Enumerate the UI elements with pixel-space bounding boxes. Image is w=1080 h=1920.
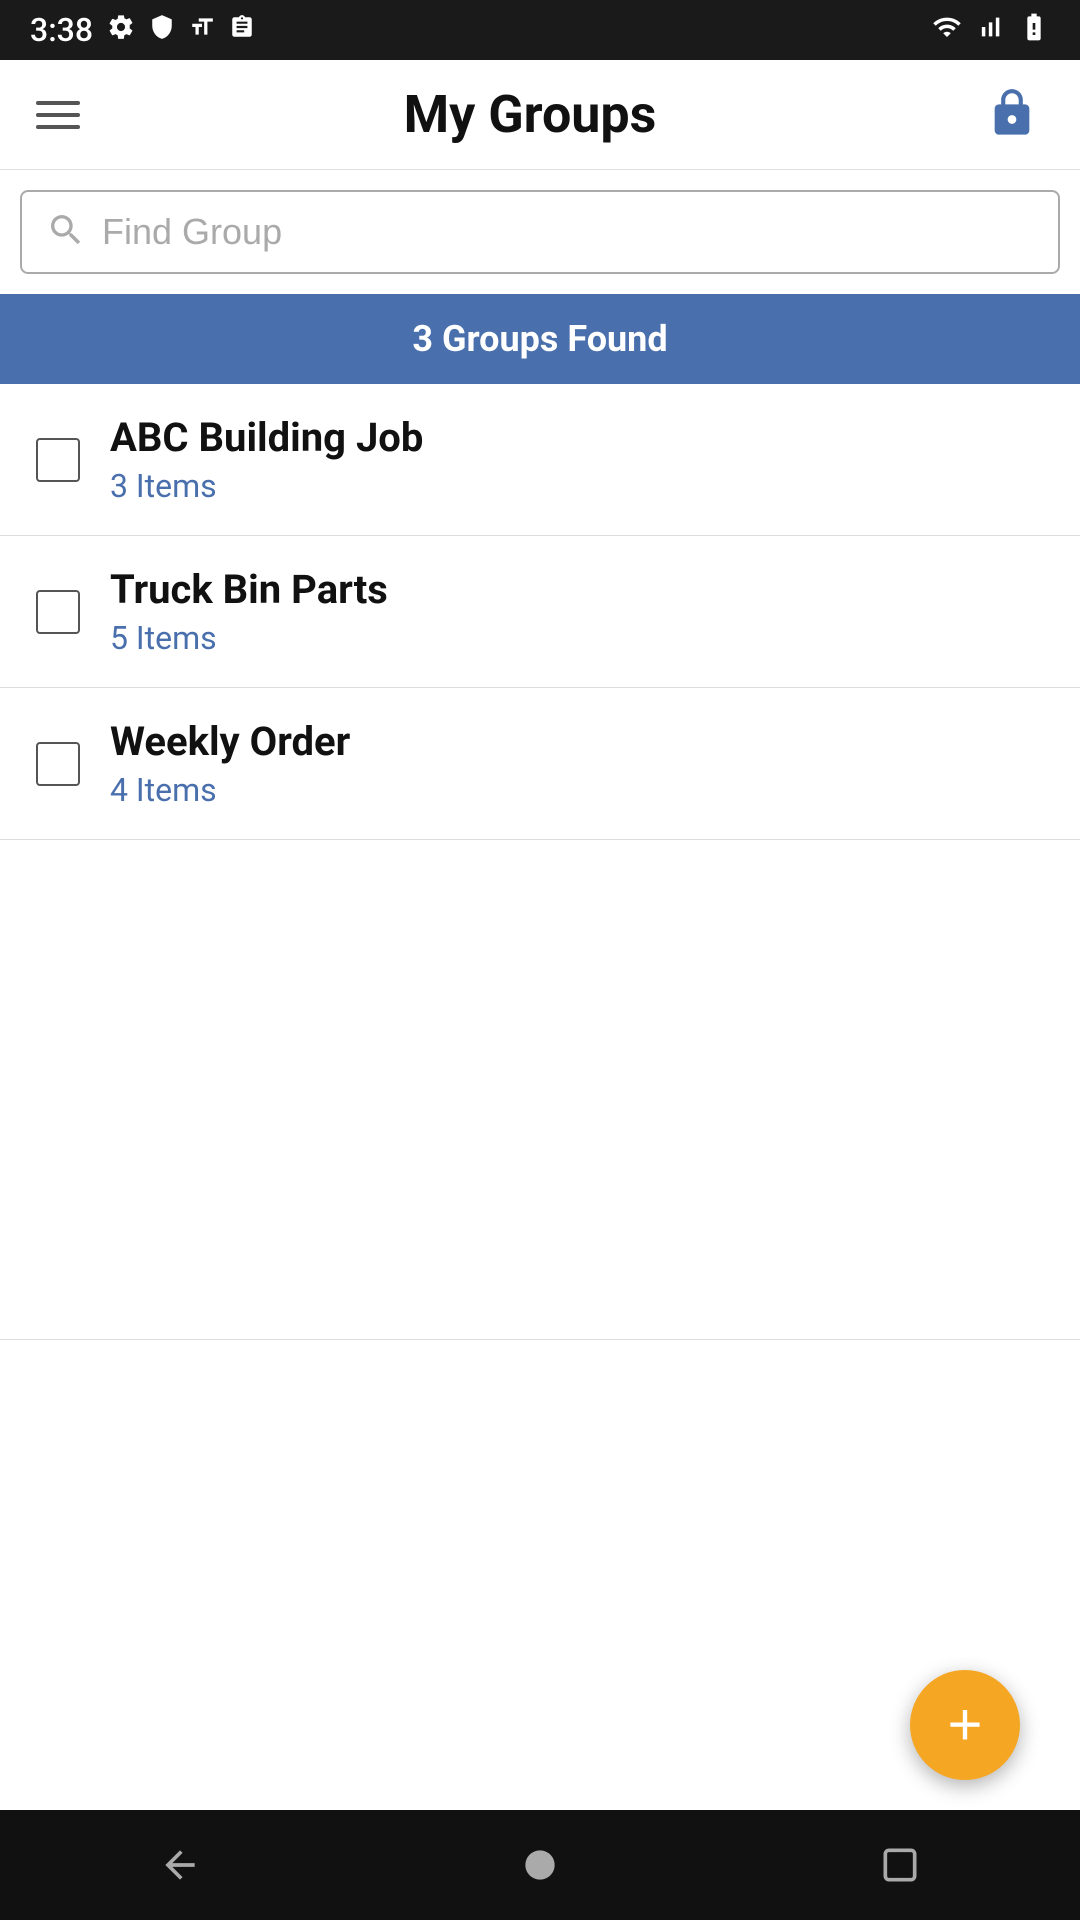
back-button[interactable] xyxy=(158,1843,202,1887)
wifi-icon xyxy=(932,12,962,49)
group-checkbox-0[interactable] xyxy=(36,438,80,482)
search-icon xyxy=(46,210,86,254)
status-left: 3:38 xyxy=(30,11,255,49)
search-container xyxy=(0,170,1080,294)
clipboard-icon xyxy=(229,14,255,47)
status-bar: 3:38 xyxy=(0,0,1080,60)
lock-button[interactable] xyxy=(980,83,1044,147)
search-input[interactable] xyxy=(102,211,1034,253)
header: My Groups xyxy=(0,60,1080,170)
signal-icon xyxy=(976,13,1004,48)
bottom-nav xyxy=(0,1810,1080,1920)
group-info: Truck Bin Parts 5 Items xyxy=(110,566,388,657)
group-list-item: ABC Building Job 3 Items xyxy=(0,384,1080,536)
group-list-item: Truck Bin Parts 5 Items xyxy=(0,536,1080,688)
group-name: Truck Bin Parts xyxy=(110,566,388,613)
gear-icon xyxy=(107,13,135,48)
group-item-count: 5 Items xyxy=(110,619,388,657)
font-icon xyxy=(189,14,215,47)
group-item-count: 3 Items xyxy=(110,467,423,505)
group-info: Weekly Order 4 Items xyxy=(110,718,350,809)
status-right-icons xyxy=(932,11,1050,50)
group-checkbox-2[interactable] xyxy=(36,742,80,786)
group-info: ABC Building Job 3 Items xyxy=(110,414,423,505)
home-button[interactable] xyxy=(518,1843,562,1887)
recents-button[interactable] xyxy=(878,1843,922,1887)
empty-area xyxy=(0,840,1080,1340)
groups-found-banner: 3 Groups Found xyxy=(0,294,1080,384)
page-title: My Groups xyxy=(404,84,657,145)
groups-found-text: 3 Groups Found xyxy=(412,318,667,360)
add-group-button[interactable]: + xyxy=(910,1670,1020,1780)
group-name: ABC Building Job xyxy=(110,414,423,461)
battery-icon xyxy=(1018,11,1050,50)
group-checkbox-1[interactable] xyxy=(36,590,80,634)
menu-button[interactable] xyxy=(36,101,80,129)
lock-icon xyxy=(986,87,1038,143)
group-list-item: Weekly Order 4 Items xyxy=(0,688,1080,840)
add-icon: + xyxy=(947,1695,982,1755)
search-box xyxy=(20,190,1060,274)
group-list: ABC Building Job 3 Items Truck Bin Parts 5 … xyxy=(0,384,1080,840)
group-item-count: 4 Items xyxy=(110,771,350,809)
status-time: 3:38 xyxy=(30,11,93,49)
group-name: Weekly Order xyxy=(110,718,350,765)
shield-icon xyxy=(149,14,175,47)
